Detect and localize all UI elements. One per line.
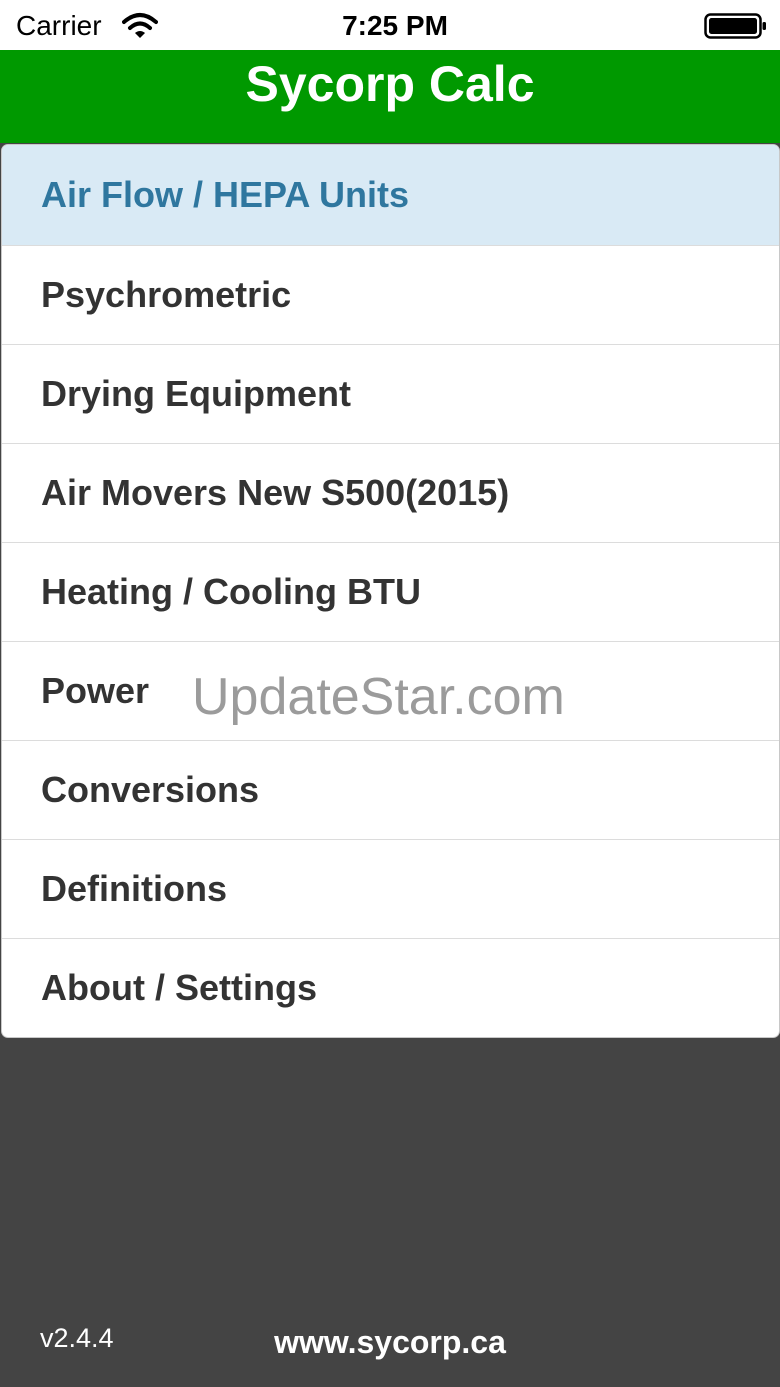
menu-item-definitions[interactable]: Definitions [2, 839, 779, 938]
menu-item-label: Conversions [41, 769, 260, 810]
battery-icon [704, 13, 766, 39]
menu-item-psychrometric[interactable]: Psychrometric [2, 245, 779, 344]
menu-item-air-flow-hepa-units[interactable]: Air Flow / HEPA Units [2, 145, 779, 245]
menu-item-label: Drying Equipment [41, 373, 352, 414]
status-time: 7:25 PM [342, 10, 448, 41]
menu-item-conversions[interactable]: Conversions [2, 740, 779, 839]
watermark: UpdateStar.com [192, 668, 565, 726]
status-bar: Carrier 7:25 PM [0, 0, 780, 50]
main-menu: Air Flow / HEPA Units Psychrometric Dryi… [1, 144, 780, 1038]
menu-item-heating-cooling-btu[interactable]: Heating / Cooling BTU [2, 542, 779, 641]
menu-item-label: Psychrometric [41, 274, 292, 315]
menu-item-label: Heating / Cooling BTU [41, 571, 421, 612]
menu-item-label: Power [41, 670, 150, 711]
menu-item-label: Air Movers New S500(2015) [41, 472, 510, 513]
menu-item-about-settings[interactable]: About / Settings [2, 938, 779, 1037]
menu-item-label: Air Flow / HEPA Units [41, 174, 410, 215]
menu-item-label: About / Settings [41, 967, 317, 1008]
app-title: Sycorp Calc [245, 56, 535, 112]
menu-item-air-movers[interactable]: Air Movers New S500(2015) [2, 443, 779, 542]
app-header: Sycorp Calc [0, 50, 780, 143]
menu-item-label: Definitions [41, 868, 227, 909]
menu-item-drying-equipment[interactable]: Drying Equipment [2, 344, 779, 443]
website-link[interactable]: www.sycorp.ca [0, 1322, 780, 1362]
